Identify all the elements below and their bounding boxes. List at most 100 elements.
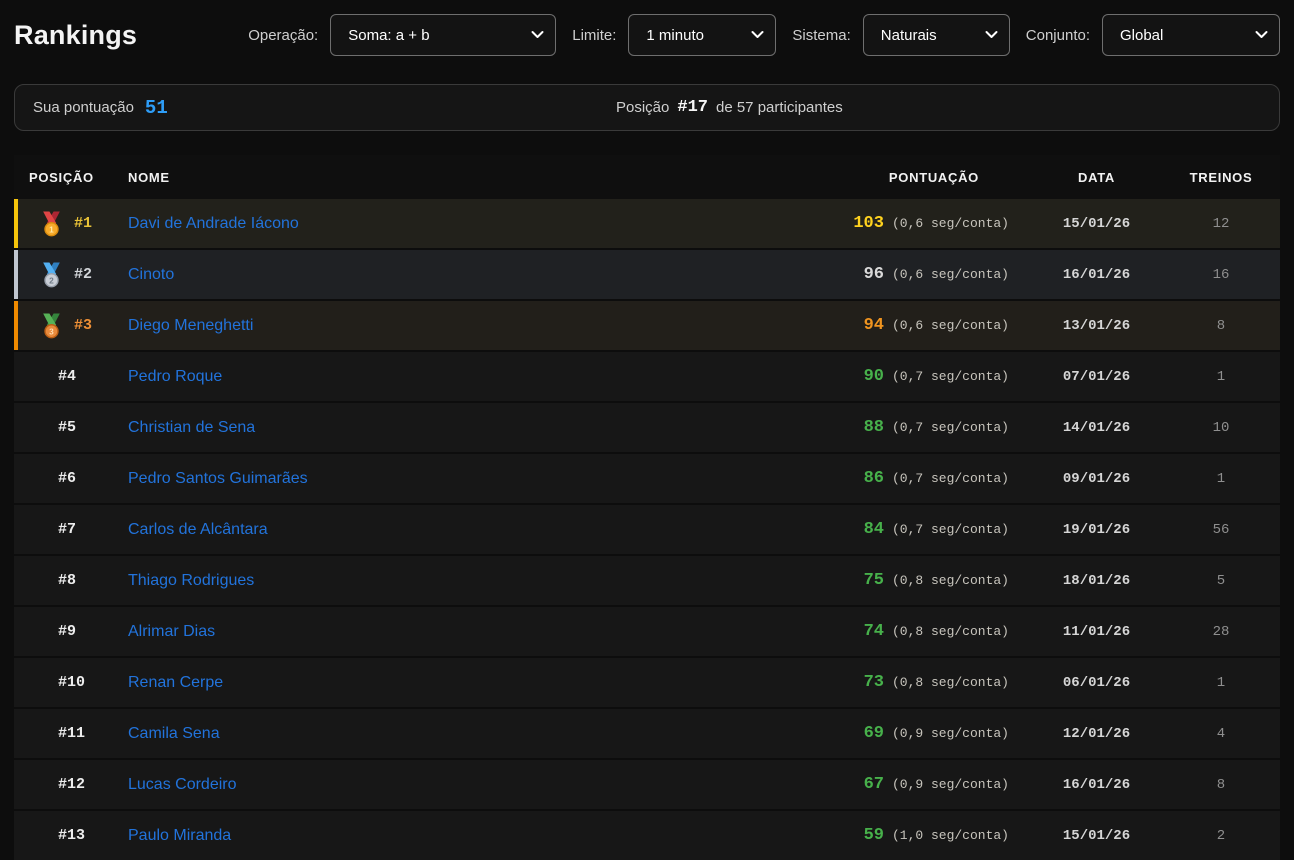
top-bar: Rankings Operação: Soma: a + b Limite: 1… xyxy=(0,0,1294,57)
player-name-link[interactable]: Camila Sena xyxy=(128,725,220,742)
score-rate: (0,7 seg/conta) xyxy=(892,522,1009,537)
score-rate: (0,8 seg/conta) xyxy=(892,624,1009,639)
header-posicao: POSIÇÃO xyxy=(14,170,128,185)
filter-conjunto: Conjunto: Global xyxy=(1026,14,1280,56)
treinos-value: 5 xyxy=(1184,573,1280,589)
player-name-link[interactable]: Carlos de Alcântara xyxy=(128,521,268,538)
position-cell: #3 xyxy=(74,317,92,334)
date-value: 11/01/26 xyxy=(1009,624,1184,640)
silver-medal-icon: 2 xyxy=(41,262,62,287)
limite-select[interactable]: 1 minuto xyxy=(628,14,776,56)
operacao-label: Operação: xyxy=(248,27,318,44)
treinos-value: 8 xyxy=(1184,318,1280,334)
date-value: 16/01/26 xyxy=(1009,777,1184,793)
rankings-table: POSIÇÃO NOME PONTUAÇÃO DATA TREINOS 1 #1… xyxy=(14,155,1280,860)
score-rate: (0,6 seg/conta) xyxy=(892,216,1009,231)
score-rate: (0,7 seg/conta) xyxy=(892,420,1009,435)
player-name-link[interactable]: Renan Cerpe xyxy=(128,674,223,691)
limite-label: Limite: xyxy=(572,27,616,44)
score-value: 94 xyxy=(864,316,884,335)
score-rate: (0,7 seg/conta) xyxy=(892,369,1009,384)
position-cell: #2 xyxy=(74,266,92,283)
date-value: 14/01/26 xyxy=(1009,420,1184,436)
date-value: 18/01/26 xyxy=(1009,573,1184,589)
table-row: 3 #3 Diego Meneghetti 94 (0,6 seg/conta)… xyxy=(14,301,1280,350)
header-data: DATA xyxy=(1009,170,1184,185)
sistema-select[interactable]: Naturais xyxy=(863,14,1010,56)
table-row: #11 Camila Sena 69 (0,9 seg/conta) 12/01… xyxy=(14,709,1280,758)
treinos-value: 16 xyxy=(1184,267,1280,283)
filter-sistema: Sistema: Naturais xyxy=(792,14,1009,56)
score-rate: (0,8 seg/conta) xyxy=(892,573,1009,588)
position-cell: #7 xyxy=(58,521,76,538)
score-value: 73 xyxy=(864,673,884,692)
your-score-value: 51 xyxy=(145,97,168,119)
table-row: #4 Pedro Roque 90 (0,7 seg/conta) 07/01/… xyxy=(14,352,1280,401)
treinos-value: 2 xyxy=(1184,828,1280,844)
header-pontuacao: PONTUAÇÃO xyxy=(889,170,1009,185)
table-row: #5 Christian de Sena 88 (0,7 seg/conta) … xyxy=(14,403,1280,452)
score-value: 88 xyxy=(864,418,884,437)
table-header-row: POSIÇÃO NOME PONTUAÇÃO DATA TREINOS xyxy=(14,155,1280,199)
your-score-label: Sua pontuação xyxy=(33,99,134,116)
date-value: 16/01/26 xyxy=(1009,267,1184,283)
treinos-value: 8 xyxy=(1184,777,1280,793)
treinos-value: 12 xyxy=(1184,216,1280,232)
player-name-link[interactable]: Lucas Cordeiro xyxy=(128,776,237,793)
score-value: 75 xyxy=(864,571,884,590)
table-row: #13 Paulo Miranda 59 (1,0 seg/conta) 15/… xyxy=(14,811,1280,860)
position-cell: #8 xyxy=(58,572,76,589)
operacao-select[interactable]: Soma: a + b xyxy=(330,14,556,56)
treinos-value: 4 xyxy=(1184,726,1280,742)
player-name-link[interactable]: Paulo Miranda xyxy=(128,827,231,844)
svg-text:2: 2 xyxy=(49,275,54,285)
svg-text:3: 3 xyxy=(49,326,54,336)
conjunto-select[interactable]: Global xyxy=(1102,14,1280,56)
score-rate: (0,6 seg/conta) xyxy=(892,318,1009,333)
summary-bar: Sua pontuação 51 Posição #17 de 57 parti… xyxy=(14,84,1280,131)
player-name-link[interactable]: Diego Meneghetti xyxy=(128,317,253,334)
score-rate: (0,9 seg/conta) xyxy=(892,726,1009,741)
treinos-value: 56 xyxy=(1184,522,1280,538)
position-cell: #1 xyxy=(74,215,92,232)
page-title: Rankings xyxy=(14,20,137,51)
svg-text:1: 1 xyxy=(49,224,54,234)
treinos-value: 10 xyxy=(1184,420,1280,436)
filter-operacao: Operação: Soma: a + b xyxy=(248,14,556,56)
player-name-link[interactable]: Pedro Roque xyxy=(128,368,222,385)
position-cell: #9 xyxy=(58,623,76,640)
table-row: #8 Thiago Rodrigues 75 (0,8 seg/conta) 1… xyxy=(14,556,1280,605)
player-name-link[interactable]: Thiago Rodrigues xyxy=(128,572,254,589)
gold-medal-icon: 1 xyxy=(41,211,62,236)
score-value: 84 xyxy=(864,520,884,539)
treinos-value: 1 xyxy=(1184,471,1280,487)
position-label: Posição xyxy=(616,99,669,116)
player-name-link[interactable]: Davi de Andrade Iácono xyxy=(128,215,299,232)
position-cell: #13 xyxy=(58,827,85,844)
score-rate: (0,9 seg/conta) xyxy=(892,777,1009,792)
score-rate: (1,0 seg/conta) xyxy=(892,828,1009,843)
player-name-link[interactable]: Alrimar Dias xyxy=(128,623,215,640)
score-value: 67 xyxy=(864,775,884,794)
player-name-link[interactable]: Pedro Santos Guimarães xyxy=(128,470,308,487)
date-value: 19/01/26 xyxy=(1009,522,1184,538)
date-value: 06/01/26 xyxy=(1009,675,1184,691)
table-row: #10 Renan Cerpe 73 (0,8 seg/conta) 06/01… xyxy=(14,658,1280,707)
header-treinos: TREINOS xyxy=(1184,170,1280,185)
score-value: 103 xyxy=(853,214,884,233)
score-value: 90 xyxy=(864,367,884,386)
table-row: 2 #2 Cinoto 96 (0,6 seg/conta) 16/01/26 … xyxy=(14,250,1280,299)
bronze-medal-icon: 3 xyxy=(41,313,62,338)
treinos-value: 28 xyxy=(1184,624,1280,640)
position-suffix: de 57 participantes xyxy=(716,99,843,116)
position-cell: #4 xyxy=(58,368,76,385)
score-value: 74 xyxy=(864,622,884,641)
score-rate: (0,6 seg/conta) xyxy=(892,267,1009,282)
position-cell: #6 xyxy=(58,470,76,487)
player-name-link[interactable]: Christian de Sena xyxy=(128,419,255,436)
table-row: #9 Alrimar Dias 74 (0,8 seg/conta) 11/01… xyxy=(14,607,1280,656)
sistema-label: Sistema: xyxy=(792,27,850,44)
player-name-link[interactable]: Cinoto xyxy=(128,266,174,283)
table-row: #12 Lucas Cordeiro 67 (0,9 seg/conta) 16… xyxy=(14,760,1280,809)
table-row: 1 #1 Davi de Andrade Iácono 103 (0,6 seg… xyxy=(14,199,1280,248)
